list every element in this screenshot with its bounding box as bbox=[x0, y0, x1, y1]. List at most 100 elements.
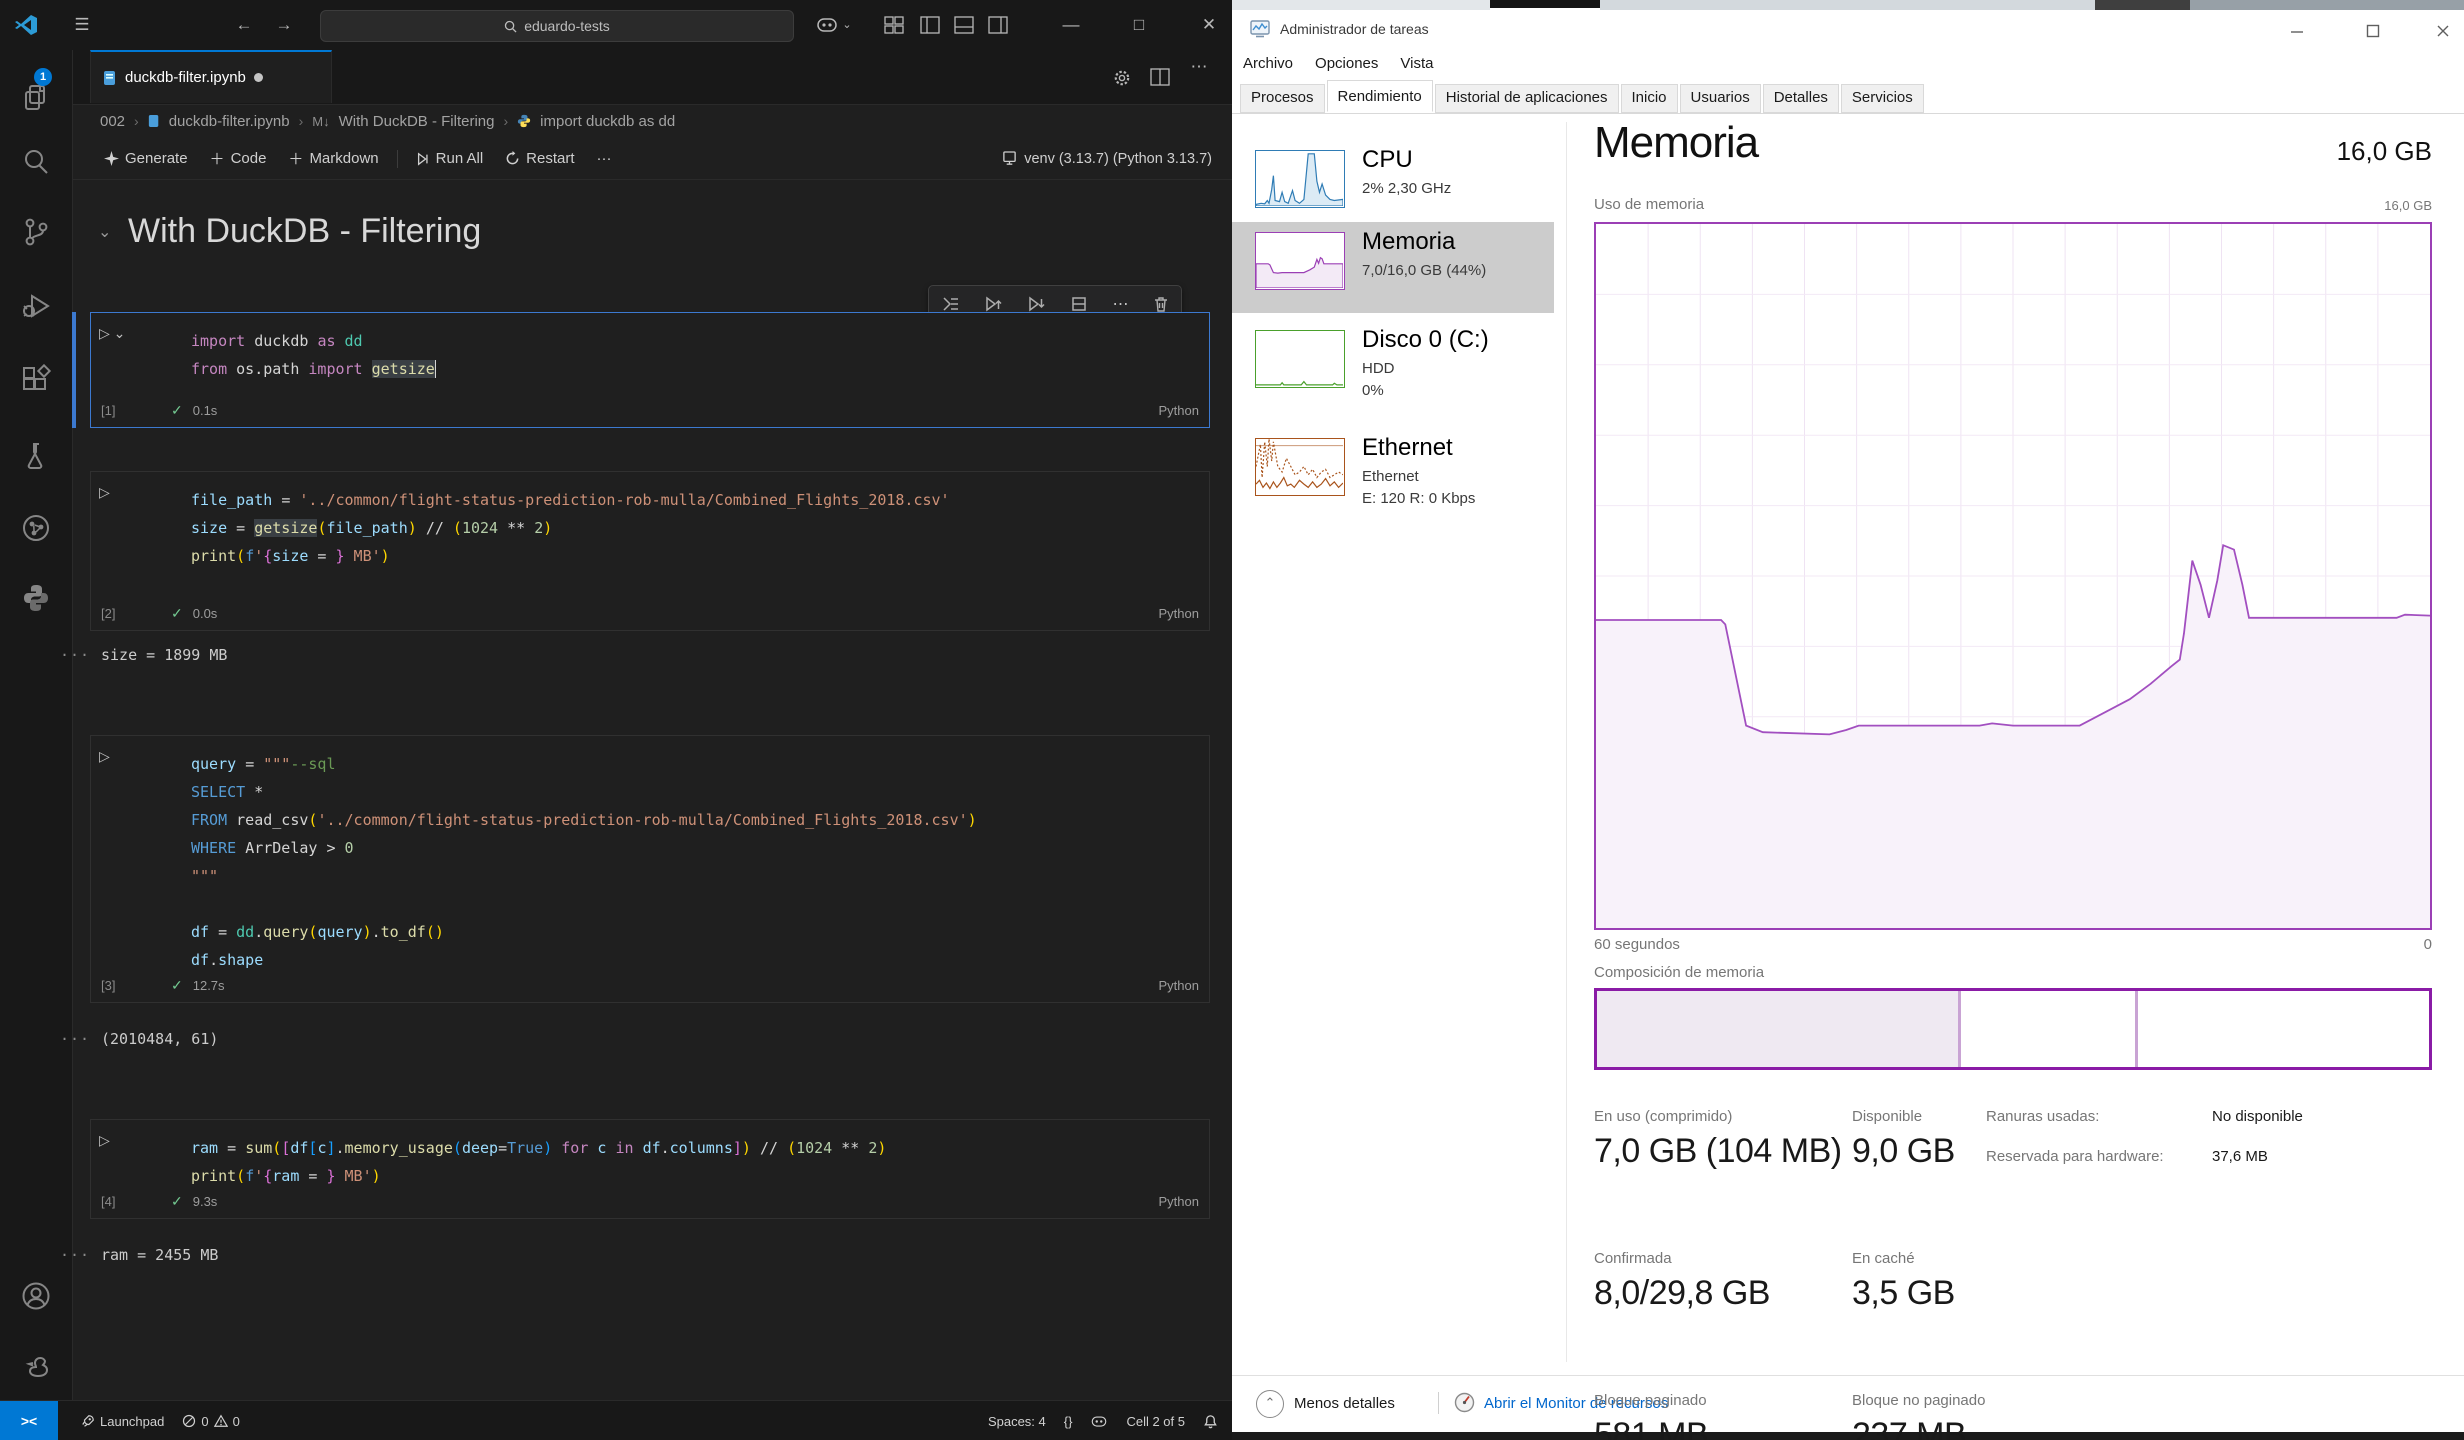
copilot-status[interactable] bbox=[1081, 1414, 1117, 1429]
cell-code[interactable]: file_path = '../common/flight-status-pre… bbox=[91, 472, 1209, 570]
tm-minimize-button[interactable] bbox=[2290, 24, 2320, 46]
sidebar-item-ethernet[interactable]: EthernetEthernetE: 120 R: 0 Kbps bbox=[1232, 428, 1554, 530]
minimize-button[interactable]: — bbox=[1056, 0, 1086, 50]
composition-segment-2[interactable] bbox=[2138, 991, 2429, 1067]
code-cell[interactable]: ▷ ⌄import duckdb as ddfrom os.path impor… bbox=[90, 312, 1210, 428]
code-cell[interactable]: ▷file_path = '../common/flight-status-pr… bbox=[90, 471, 1210, 631]
spaces-indicator[interactable]: Spaces: 4 bbox=[979, 1414, 1055, 1429]
command-center-search[interactable]: eduardo-tests bbox=[320, 10, 794, 42]
forward-icon[interactable]: → bbox=[272, 0, 296, 50]
cell-code[interactable]: query = """--sqlSELECT *FROM read_csv('.… bbox=[91, 736, 1209, 974]
collapse-details-button[interactable]: ⌃ bbox=[1256, 1390, 1284, 1418]
customize-layout-icon[interactable] bbox=[884, 16, 904, 34]
cell-language[interactable]: Python bbox=[1159, 1194, 1199, 1209]
more-actions-icon[interactable]: ⋯ bbox=[1186, 42, 1212, 92]
code-token: { bbox=[263, 1167, 272, 1185]
add-markdown-cell-button[interactable]: ＋Markdown bbox=[280, 144, 386, 173]
breadcrumb[interactable]: 002 › duckdb-filter.ipynb › M↓ With Duck… bbox=[100, 104, 675, 138]
duck-icon[interactable] bbox=[20, 1350, 52, 1382]
breadcrumb-file[interactable]: duckdb-filter.ipynb bbox=[169, 113, 290, 130]
modified-dot-icon[interactable] bbox=[254, 73, 263, 82]
section-collapse-chevron[interactable]: ⌄ bbox=[98, 222, 111, 242]
less-details-label[interactable]: Menos detalles bbox=[1294, 1395, 1395, 1412]
cell-code[interactable]: ram = sum([df[c].memory_usage(deep=True)… bbox=[91, 1120, 1209, 1190]
generate-button[interactable]: Generate bbox=[96, 146, 196, 171]
tab-rendimiento[interactable]: Rendimiento bbox=[1327, 80, 1433, 112]
toggle-sidebar-icon[interactable] bbox=[920, 16, 940, 34]
tab-detalles[interactable]: Detalles bbox=[1763, 84, 1839, 113]
source-control-icon[interactable] bbox=[20, 216, 52, 248]
delete-cell-icon[interactable] bbox=[1154, 296, 1168, 312]
kernel-picker[interactable]: venv (3.13.7) (Python 3.13.7) bbox=[1002, 138, 1212, 180]
code-cell[interactable]: ▷query = """--sqlSELECT *FROM read_csv('… bbox=[90, 735, 1210, 1003]
cell-language[interactable]: Python bbox=[1159, 606, 1199, 621]
menu-vista[interactable]: Vista bbox=[1389, 55, 1444, 72]
gitlens-icon[interactable] bbox=[20, 512, 52, 544]
toolbar-more-button[interactable]: ··· bbox=[589, 146, 620, 171]
tab-duckdb-filter[interactable]: duckdb-filter.ipynb bbox=[90, 50, 332, 103]
execute-cell-icon[interactable] bbox=[942, 296, 960, 312]
run-above-icon[interactable] bbox=[985, 296, 1002, 312]
code-token: columns bbox=[670, 1139, 733, 1157]
menu-icon[interactable]: ☰ bbox=[70, 0, 94, 50]
cell-language[interactable]: Python bbox=[1159, 978, 1199, 993]
cell-code[interactable]: import duckdb as ddfrom os.path import g… bbox=[91, 313, 1209, 383]
breadcrumb-section[interactable]: With DuckDB - Filtering bbox=[339, 113, 495, 130]
toggle-panel-icon[interactable] bbox=[954, 16, 974, 34]
extensions-icon[interactable] bbox=[20, 364, 52, 396]
sidebar-item-disco[interactable]: Disco 0 (C:)HDD0% bbox=[1232, 320, 1554, 422]
run-all-button[interactable]: Run All bbox=[408, 146, 492, 171]
tm-close-button[interactable] bbox=[2436, 24, 2464, 46]
copilot-icon[interactable] bbox=[816, 15, 838, 35]
tab-procesos[interactable]: Procesos bbox=[1240, 84, 1325, 113]
python-extension-icon[interactable] bbox=[20, 582, 52, 614]
code-cell[interactable]: ▷ram = sum([df[c].memory_usage(deep=True… bbox=[90, 1119, 1210, 1219]
breadcrumb-cell[interactable]: import duckdb as dd bbox=[540, 113, 675, 130]
language-braces-indicator[interactable]: {} bbox=[1055, 1414, 1082, 1429]
run-debug-icon[interactable] bbox=[20, 290, 52, 322]
menu-opciones[interactable]: Opciones bbox=[1304, 55, 1389, 72]
explorer-icon[interactable] bbox=[20, 82, 52, 114]
code-token: // bbox=[426, 519, 453, 537]
cell-more-icon[interactable]: ⋯ bbox=[1112, 294, 1128, 314]
tab-usuarios[interactable]: Usuarios bbox=[1680, 84, 1761, 113]
cell-position-indicator[interactable]: Cell 2 of 5 bbox=[1117, 1414, 1194, 1429]
composition-segment-1[interactable] bbox=[1961, 991, 2138, 1067]
code-token: import bbox=[191, 332, 254, 350]
breadcrumb-folder[interactable]: 002 bbox=[100, 113, 125, 130]
chevron-down-icon[interactable]: ⌄ bbox=[840, 0, 854, 50]
maximize-button[interactable]: □ bbox=[1124, 0, 1154, 50]
tm-maximize-button[interactable] bbox=[2366, 24, 2396, 46]
gear-icon[interactable] bbox=[1112, 68, 1132, 88]
tab-servicios[interactable]: Servicios bbox=[1841, 84, 1924, 113]
sidebar-item-memoria[interactable]: Memoria7,0/16,0 GB (44%) bbox=[1232, 222, 1554, 313]
output-options-icon[interactable]: ··· bbox=[60, 646, 90, 664]
run-below-icon[interactable] bbox=[1028, 296, 1045, 312]
sidebar-item-cpu[interactable]: CPU2% 2,30 GHz bbox=[1232, 140, 1554, 218]
account-icon[interactable] bbox=[20, 1280, 52, 1312]
stat-value: 7,0 GB (104 MB) bbox=[1594, 1132, 1842, 1171]
toggle-secondary-sidebar-icon[interactable] bbox=[988, 16, 1008, 34]
testing-icon[interactable] bbox=[20, 440, 52, 472]
code-token: ' bbox=[254, 547, 263, 565]
tab-historial-de-aplicaciones[interactable]: Historial de aplicaciones bbox=[1435, 84, 1619, 113]
tab-inicio[interactable]: Inicio bbox=[1621, 84, 1678, 113]
search-icon[interactable] bbox=[20, 146, 52, 178]
split-cell-icon[interactable] bbox=[1071, 296, 1087, 312]
menu-archivo[interactable]: Archivo bbox=[1232, 55, 1304, 72]
back-icon[interactable]: ← bbox=[232, 0, 256, 50]
output-options-icon[interactable]: ··· bbox=[60, 1030, 90, 1048]
remote-indicator[interactable]: >< bbox=[0, 1401, 58, 1440]
composition-segment-0[interactable] bbox=[1597, 991, 1961, 1067]
add-code-cell-button[interactable]: ＋Code bbox=[202, 144, 275, 173]
errors-indicator[interactable]: 0 0 bbox=[173, 1414, 248, 1429]
output-options-icon[interactable]: ··· bbox=[60, 1246, 90, 1264]
code-token: ) bbox=[543, 1139, 552, 1157]
restart-button[interactable]: Restart bbox=[497, 146, 582, 171]
split-editor-icon[interactable] bbox=[1150, 68, 1170, 86]
output-text: (2010484, 61) bbox=[101, 1030, 218, 1048]
notifications-bell[interactable] bbox=[1194, 1414, 1232, 1429]
launchpad-button[interactable]: Launchpad bbox=[72, 1414, 173, 1429]
cell-language[interactable]: Python bbox=[1159, 403, 1199, 418]
tab-label: duckdb-filter.ipynb bbox=[125, 69, 246, 86]
